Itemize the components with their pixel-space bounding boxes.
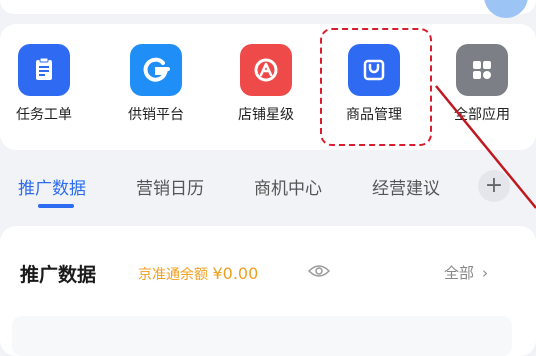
balance-label: 京准通余额 [138,267,208,283]
add-tab-button[interactable]: + [478,170,510,202]
tab-opportunity-center[interactable]: 商机中心 [254,174,322,199]
promotion-data-card: 推广数据 京准通余额 ¥0.00 全部 › [0,226,536,356]
tab-marketing-calendar[interactable]: 营销日历 [136,174,204,199]
eye-icon[interactable] [308,263,330,279]
section-title: 推广数据 [20,264,97,286]
ad-balance: 京准通余额 ¥0.00 [138,264,258,284]
balance-value: 0.00 [222,264,259,283]
active-tab-indicator [38,204,74,208]
balance-currency: ¥ [212,264,223,283]
tab-bar: 推广数据 营销日历 商机中心 经营建议 + [0,170,536,210]
data-summary-block [12,316,512,356]
see-all-link[interactable]: 全部 › [444,262,488,283]
tab-business-advice[interactable]: 经营建议 [372,174,440,199]
chevron-right-icon: › [482,264,489,282]
tab-promotion-data[interactable]: 推广数据 [18,174,86,199]
see-all-label: 全部 [444,264,475,282]
